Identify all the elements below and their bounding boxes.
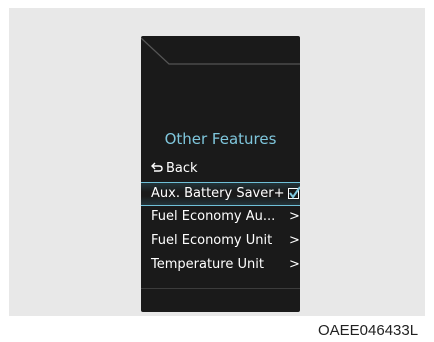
chevron-right-icon: > [289,257,300,272]
menu-item-aux-battery-saver[interactable]: Aux. Battery Saver+ [141,182,300,206]
chevron-right-icon: > [289,209,300,224]
back-arrow-icon [151,161,163,176]
figure-code: OAEE046433L [318,322,419,339]
menu-item-label: Temperature Unit [151,257,264,272]
menu-item-fuel-economy-unit[interactable]: Fuel Economy Unit > [141,230,300,252]
back-button[interactable]: Back [151,161,198,176]
menu-item-label: Fuel Economy Unit [151,233,273,248]
checkmark-icon [289,186,300,199]
menu-item-label: Fuel Economy Au... [151,209,276,224]
page-title: Other Features [164,130,277,148]
menu-item-temperature-unit[interactable]: Temperature Unit > [141,254,300,276]
display-bottom-divider [141,288,300,289]
menu-item-fuel-economy-auto-reset[interactable]: Fuel Economy Au... > [141,206,300,228]
back-label: Back [166,161,198,176]
chevron-right-icon: > [289,233,300,248]
aux-battery-saver-checkbox[interactable] [288,186,300,199]
display-frame-line [141,37,300,65]
cluster-display: Other Features Back Aux. Battery Saver+ … [141,36,300,312]
menu-item-label: Aux. Battery Saver+ [151,186,285,201]
